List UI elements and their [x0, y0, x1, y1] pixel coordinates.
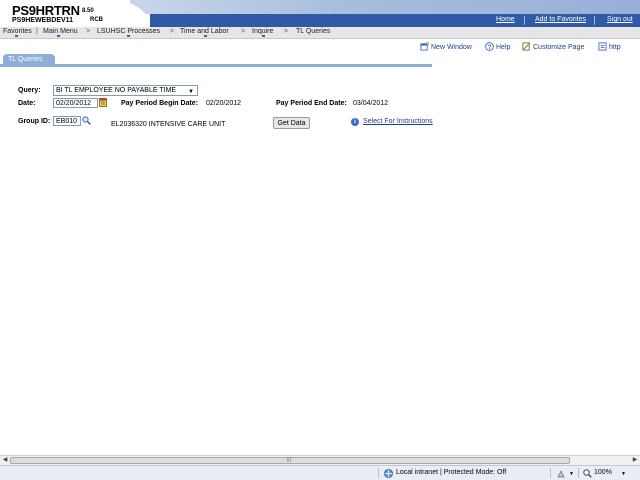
nav-separator: >: [241, 28, 246, 35]
query-select[interactable]: BI TL EMPLOYEE NO PAYABLE TIME ▼: [53, 85, 198, 96]
nav-separator: >: [284, 28, 289, 35]
chevron-down-icon[interactable]: ▼: [569, 471, 574, 477]
nav-time-and-labor[interactable]: Time and Labor: [180, 28, 229, 35]
header-separator: [524, 16, 525, 25]
dropdown-indicator-icon: [15, 35, 18, 37]
scroll-right-icon[interactable]: ▶: [630, 456, 640, 465]
date-input[interactable]: 02/20/2012: [53, 98, 98, 108]
new-window-label: New Window: [431, 44, 472, 51]
nav-separator: >: [86, 28, 91, 35]
sign-out-link[interactable]: Sign out: [607, 16, 633, 23]
query-select-value: BI TL EMPLOYEE NO PAYABLE TIME: [56, 87, 177, 94]
pay-period-end-label: Pay Period End Date:: [276, 100, 347, 107]
query-label: Query:: [18, 87, 41, 94]
intranet-zone-icon: [384, 469, 393, 478]
nav-separator: |: [36, 28, 38, 35]
user-id: RCB: [90, 17, 103, 23]
chevron-down-icon: ▼: [188, 89, 194, 95]
nav-inquire[interactable]: Inquire: [252, 28, 273, 35]
app-version: 8.50: [82, 8, 94, 14]
select-for-instructions-link[interactable]: Select For Instructions: [363, 118, 433, 125]
new-window-link[interactable]: New Window: [420, 42, 472, 51]
help-label: Help: [496, 44, 511, 51]
nav-separator: >: [170, 28, 175, 35]
zoom-level[interactable]: 100%: [594, 469, 612, 476]
customize-page-icon: [522, 42, 531, 51]
dropdown-indicator-icon: [204, 35, 207, 37]
security-zone-text[interactable]: Local intranet | Protected Mode: Off: [396, 469, 506, 476]
scrollbar-grip-icon: |||: [287, 457, 291, 463]
new-window-icon: [420, 42, 429, 51]
group-id-value: EB010: [56, 118, 78, 125]
breadcrumb-nav: Favorites | Main Menu > LSUHSC Processes…: [0, 27, 640, 39]
info-icon: i: [351, 118, 359, 126]
scroll-left-icon[interactable]: ◀: [0, 456, 10, 465]
header-link-bar: Home Add to Favorites Sign out: [150, 14, 640, 27]
http-icon: [598, 42, 607, 51]
status-divider: [578, 468, 579, 478]
nav-tl-queries[interactable]: TL Queries: [296, 28, 330, 35]
app-header: Home Add to Favorites Sign out PS9HRTRN …: [0, 0, 640, 27]
calendar-icon[interactable]: [99, 98, 107, 107]
status-divider: [378, 468, 379, 478]
tab-underline: [0, 64, 432, 67]
help-icon: ?: [485, 42, 494, 51]
protected-mode-icon[interactable]: [557, 470, 566, 478]
customize-page-label: Customize Page: [533, 44, 585, 51]
browser-status-bar: Local intranet | Protected Mode: Off ▼ 1…: [0, 465, 640, 480]
svg-text:?: ?: [488, 44, 492, 51]
date-label: Date:: [18, 100, 36, 107]
nav-main-menu[interactable]: Main Menu: [43, 28, 78, 35]
help-link[interactable]: ? Help: [485, 42, 510, 51]
group-description: EL2036320 INTENSIVE CARE UNIT: [111, 121, 226, 128]
chevron-down-icon[interactable]: ▼: [621, 471, 626, 477]
http-label: http: [609, 44, 621, 51]
header-separator: [594, 16, 595, 25]
app-title: PS9HRTRN: [12, 3, 80, 18]
dropdown-indicator-icon: [57, 35, 60, 37]
date-input-value: 02/20/2012: [56, 100, 92, 107]
group-id-input[interactable]: EB010: [53, 116, 81, 126]
dropdown-indicator-icon: [262, 35, 265, 37]
pay-period-begin-value: 02/20/2012: [206, 100, 242, 107]
header-band: [130, 0, 640, 14]
tab-tl-queries[interactable]: TL Queries: [3, 54, 55, 66]
database-name: PS9HEWEBDEV11: [12, 17, 74, 24]
status-divider: [550, 468, 551, 478]
pay-period-begin-label: Pay Period Begin Date:: [121, 100, 199, 107]
zoom-icon[interactable]: [583, 469, 592, 478]
pay-period-end-value: 03/04/2012: [353, 100, 389, 107]
dropdown-indicator-icon: [127, 35, 130, 37]
get-data-button[interactable]: Get Data: [273, 117, 310, 129]
nav-lsuhsc-processes[interactable]: LSUHSC Processes: [97, 28, 160, 35]
lookup-search-icon[interactable]: [82, 116, 91, 125]
add-to-favorites-link[interactable]: Add to Favorites: [535, 16, 586, 23]
group-id-label: Group ID:: [18, 118, 51, 125]
customize-page-link[interactable]: Customize Page: [522, 42, 584, 51]
home-link[interactable]: Home: [496, 16, 515, 23]
nav-favorites[interactable]: Favorites: [3, 28, 32, 35]
horizontal-scrollbar[interactable]: ◀ ||| ▶: [0, 455, 640, 465]
http-link[interactable]: http: [598, 42, 621, 51]
